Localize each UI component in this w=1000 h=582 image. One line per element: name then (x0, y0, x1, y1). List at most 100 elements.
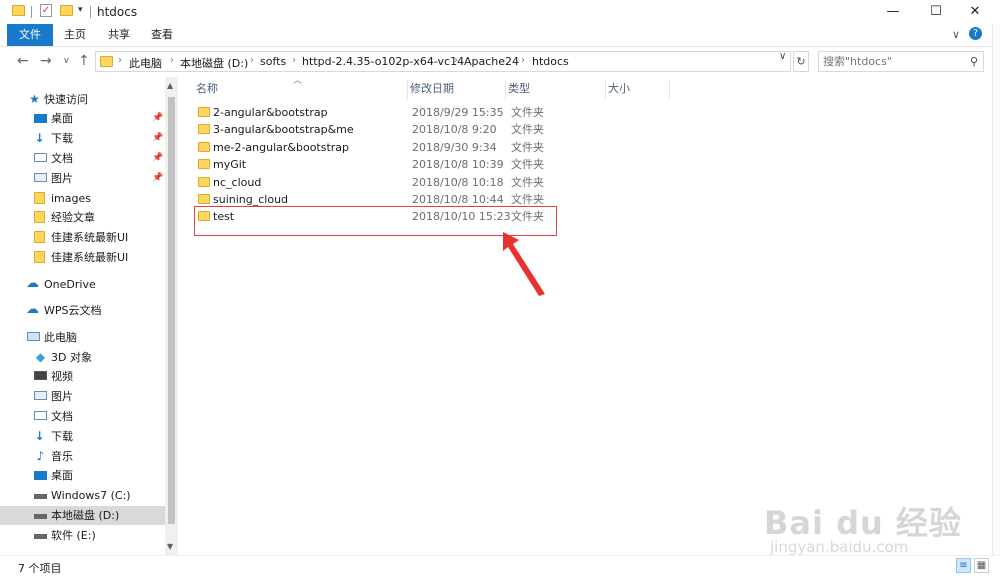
folder-icon (198, 159, 210, 169)
nav-label: OneDrive (44, 278, 96, 291)
file-row[interactable]: 3-angular&bootstrap&me 2018/10/8 9:20 文件… (196, 121, 558, 138)
nav-item-desktop[interactable]: 桌面 📌 (0, 109, 165, 128)
breadcrumb-htdocs[interactable]: htdocs (532, 55, 569, 68)
nav-item-desktop[interactable]: 桌面 (0, 466, 165, 485)
properties-icon[interactable]: ✓ (40, 4, 52, 17)
file-row[interactable]: myGit 2018/10/8 10:39 文件夹 (196, 156, 558, 173)
breadcrumb-separator[interactable]: › (454, 55, 458, 66)
file-row[interactable]: 2-angular&bootstrap 2018/9/29 15:35 文件夹 (196, 104, 558, 121)
nav-item-drive-c[interactable]: Windows7 (C:) (0, 486, 165, 505)
nav-label: 此电脑 (44, 331, 77, 344)
large-icons-view-icon[interactable]: ▦ (974, 558, 989, 573)
breadcrumb-separator[interactable]: › (292, 55, 296, 66)
breadcrumb-apache24[interactable]: Apache24 (464, 55, 519, 68)
tab-home[interactable]: 主页 (60, 24, 90, 46)
file-row[interactable]: nc_cloud 2018/10/8 10:18 文件夹 (196, 174, 558, 191)
file-name[interactable]: myGit (213, 156, 246, 173)
ribbon-tabs: 文件 主页 共享 查看 ∨ (0, 24, 1000, 47)
pin-icon[interactable]: 📌 (152, 129, 163, 148)
customize-quick-access-icon[interactable]: ▾ (78, 5, 83, 15)
nav-item-downloads[interactable]: ↓ 下载 (0, 427, 165, 446)
up-button[interactable]: ↑ (78, 53, 90, 69)
scroll-down-icon[interactable]: ▼ (167, 542, 173, 551)
breadcrumb-separator[interactable]: › (118, 55, 122, 66)
file-name[interactable]: 2-angular&bootstrap (213, 104, 328, 121)
nav-item-videos[interactable]: 视频 (0, 367, 165, 386)
nav-label: 本地磁盘 (D:) (51, 509, 120, 522)
search-input[interactable] (823, 54, 963, 69)
nav-label: Windows7 (C:) (51, 489, 131, 502)
nav-label: 桌面 (51, 469, 73, 482)
breadcrumb-softs[interactable]: softs (260, 55, 286, 68)
folder-icon (100, 56, 113, 67)
column-header-date[interactable]: 修改日期 (408, 80, 506, 100)
minimize-button[interactable]: — (870, 0, 916, 24)
tab-share[interactable]: 共享 (104, 24, 134, 46)
breadcrumb-httpd[interactable]: httpd-2.4.35-o102p-x64-vc14 (302, 55, 464, 68)
help-icon[interactable]: ? (969, 27, 982, 40)
breadcrumb-this-pc[interactable]: 此电脑 (129, 55, 162, 71)
file-row[interactable]: me-2-angular&bootstrap 2018/9/30 9:34 文件… (196, 139, 558, 156)
details-view-icon[interactable]: ≡ (956, 558, 971, 573)
nav-item-downloads[interactable]: ↓ 下载 📌 (0, 129, 165, 148)
scroll-up-icon[interactable]: ▲ (167, 81, 173, 90)
picture-icon (34, 173, 47, 182)
pin-icon[interactable]: 📌 (152, 149, 163, 168)
recent-locations-button[interactable]: ∨ (63, 56, 70, 66)
nav-item-documents[interactable]: 文档 📌 (0, 149, 165, 168)
column-header-type[interactable]: 类型 (506, 80, 606, 100)
pin-icon[interactable]: 📌 (152, 109, 163, 128)
nav-item-ui-folder[interactable]: 佳建系统最新UI (0, 248, 165, 267)
nav-label: 下载 (51, 430, 73, 443)
drive-icon (34, 494, 47, 499)
scrollbar-thumb[interactable] (168, 97, 175, 524)
column-header-size[interactable]: 大小 (606, 80, 670, 100)
cube-icon: ◆ (35, 350, 46, 364)
nav-item-drive-e[interactable]: 软件 (E:) (0, 526, 165, 545)
breadcrumb-separator[interactable]: › (250, 55, 254, 66)
nav-item-drive-d[interactable]: 本地磁盘 (D:) (0, 506, 165, 525)
nav-item-articles[interactable]: 经验文章 (0, 208, 165, 227)
folder-icon (34, 211, 45, 223)
back-button[interactable]: ← (17, 53, 29, 69)
nav-quick-access[interactable]: ★ 快速访问 (0, 90, 165, 109)
nav-label: 图片 (51, 390, 73, 403)
file-name[interactable]: nc_cloud (213, 174, 261, 191)
nav-item-ui-folder[interactable]: 佳建系统最新UI (0, 228, 165, 247)
breadcrumb-separator[interactable]: › (170, 55, 174, 66)
nav-onedrive[interactable]: ☁ OneDrive (0, 275, 165, 294)
nav-label: 桌面 (51, 112, 73, 125)
nav-wps-cloud[interactable]: ☁ WPS云文档 (0, 301, 165, 320)
computer-icon (27, 332, 40, 341)
pin-icon[interactable]: 📌 (152, 169, 163, 188)
address-dropdown-icon[interactable]: ∨ (779, 51, 786, 62)
tab-file[interactable]: 文件 (7, 24, 53, 46)
file-name[interactable]: me-2-angular&bootstrap (213, 139, 349, 156)
breadcrumb-separator[interactable]: › (521, 55, 525, 66)
file-name[interactable]: 3-angular&bootstrap&me (213, 121, 354, 138)
nav-this-pc[interactable]: 此电脑 (0, 328, 165, 347)
address-bar[interactable]: › 此电脑 › 本地磁盘 (D:) › softs › httpd-2.4.35… (95, 51, 791, 72)
nav-scrollbar[interactable]: ▲ ▼ (165, 77, 178, 555)
close-button[interactable]: ✕ (952, 0, 998, 24)
background-window-edge (992, 24, 1000, 555)
navigation-pane: ★ 快速访问 桌面 📌 ↓ 下载 📌 文档 📌 图片 📌 images 经验文章… (0, 77, 178, 555)
breadcrumb-drive-d[interactable]: 本地磁盘 (D:) (180, 55, 248, 71)
new-folder-icon[interactable] (60, 5, 73, 16)
nav-item-music[interactable]: ♪ 音乐 (0, 447, 165, 466)
search-icon[interactable]: ⚲ (970, 55, 978, 68)
nav-item-pictures[interactable]: 图片 📌 (0, 169, 165, 188)
nav-item-pictures[interactable]: 图片 (0, 387, 165, 406)
nav-item-documents[interactable]: 文档 (0, 407, 165, 426)
refresh-button[interactable]: ↻ (793, 51, 809, 72)
nav-item-3d-objects[interactable]: ◆ 3D 对象 (0, 348, 165, 367)
forward-button[interactable]: → (40, 53, 52, 69)
nav-label: WPS云文档 (44, 304, 102, 317)
search-box[interactable]: ⚲ (818, 51, 984, 72)
nav-item-images[interactable]: images (0, 189, 165, 208)
file-type: 文件夹 (511, 158, 544, 171)
ribbon-expand-icon[interactable]: ∨ (952, 28, 960, 41)
nav-label: 图片 (51, 172, 73, 185)
column-header-name[interactable]: 名称 (194, 80, 408, 100)
tab-view[interactable]: 查看 (147, 24, 177, 46)
